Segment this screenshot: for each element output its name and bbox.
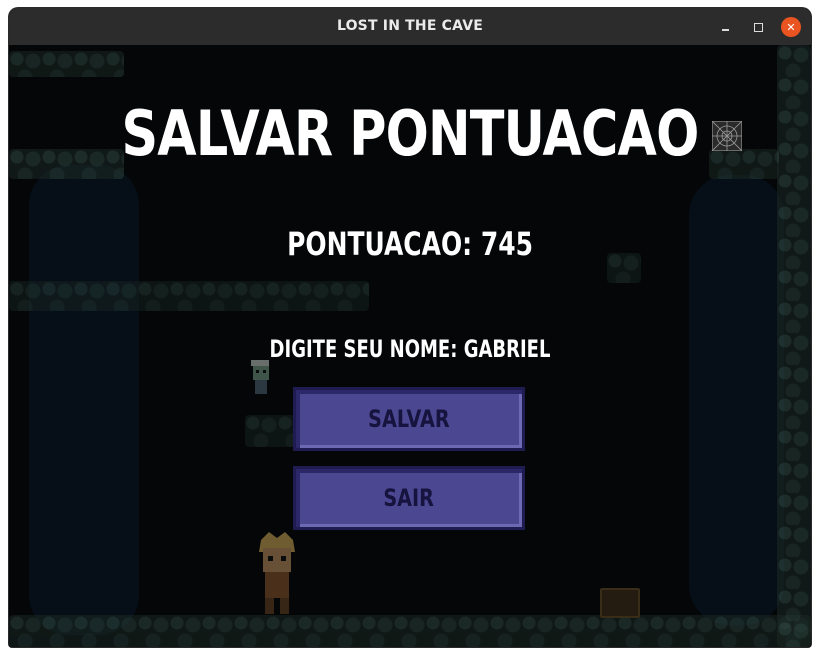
score-display: PONTUACAO: 745 xyxy=(97,225,723,263)
minimize-icon xyxy=(721,29,729,31)
rock-block xyxy=(245,415,295,447)
title-bar[interactable]: LOST IN THE CAVE ✕ xyxy=(9,8,811,45)
score-value: 745 xyxy=(480,225,533,263)
rock-wall-right xyxy=(777,45,811,647)
player-sprite-icon xyxy=(259,532,295,614)
save-button[interactable]: SALVAR xyxy=(293,387,525,451)
window-title: LOST IN THE CAVE xyxy=(336,18,484,34)
name-input-value[interactable]: GABRIEL xyxy=(464,335,551,363)
name-prompt: DIGITE SEU NOME: xyxy=(269,335,458,363)
name-entry[interactable]: DIGITE SEU NOME: GABRIEL xyxy=(109,335,711,363)
maximize-icon xyxy=(753,22,763,32)
score-label: PONTUACAO: xyxy=(287,225,473,263)
treasure-chest-icon xyxy=(600,588,640,618)
close-icon: ✕ xyxy=(786,20,796,34)
minimize-button[interactable] xyxy=(715,17,735,37)
game-canvas: SALVAR PONTUACAO PONTUACAO: 745 DIGITE S… xyxy=(9,45,811,647)
zombie-sprite-icon xyxy=(251,360,269,394)
exit-button-label: SAIR xyxy=(383,484,435,512)
save-button-label: SALVAR xyxy=(368,405,450,433)
game-window: LOST IN THE CAVE ✕ SALVAR PONTUACAO PONT… xyxy=(9,8,811,647)
close-button[interactable]: ✕ xyxy=(781,17,801,37)
rock-ledge xyxy=(9,51,124,77)
maximize-button[interactable] xyxy=(748,17,768,37)
rock-ledge xyxy=(9,615,811,647)
exit-button[interactable]: SAIR xyxy=(293,466,525,530)
rock-ledge xyxy=(9,281,369,311)
page-title: SALVAR PONTUACAO xyxy=(121,97,700,170)
